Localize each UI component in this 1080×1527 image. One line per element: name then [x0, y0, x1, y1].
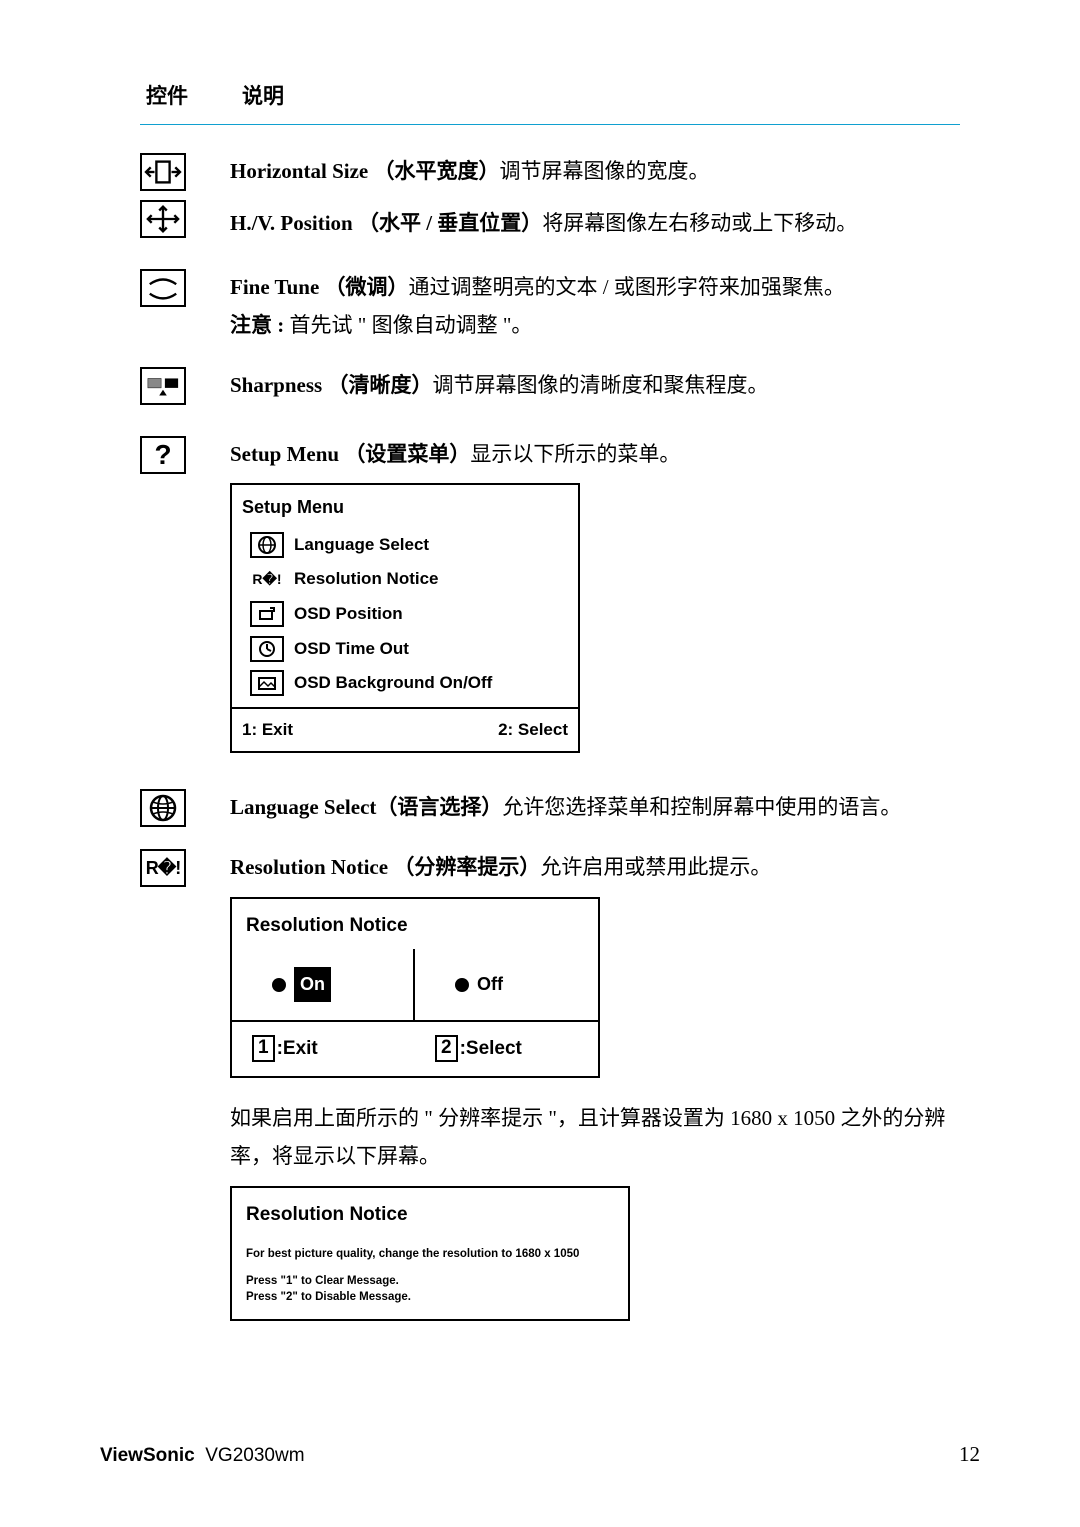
language-select-desc: Language Select（语言选择）允许您选择菜单和控制屏幕中使用的语言。 — [230, 789, 960, 827]
resolution-notice-box-1: Resolution Notice On Off 1:Exit 2:Select — [230, 897, 600, 1078]
setup-item-language: Language Select — [250, 528, 568, 563]
footer-brand: ViewSonic VG2030wm — [100, 1445, 305, 1467]
setup-box-title: Setup Menu — [232, 485, 578, 527]
setup-item-osd-background: OSD Background On/Off — [250, 666, 568, 701]
header-separator — [140, 124, 960, 125]
fine-tune-note: 注意 : 首先试 " 图像自动调整 "。 — [230, 307, 960, 345]
horizontal-size-icon — [140, 153, 186, 191]
horizontal-size-title: Horizontal Size — [230, 159, 373, 183]
language-select-title: Language Select — [230, 795, 376, 819]
fine-tune-title: Fine Tune — [230, 275, 325, 299]
resbox2-line1: For best picture quality, change the res… — [246, 1244, 614, 1265]
resolution-notice-title: Resolution Notice — [230, 855, 393, 879]
setup-exit: 1: Exit — [242, 715, 293, 746]
fine-tune-desc: Fine Tune （微调）通过调整明亮的文本 / 或图形字符来加强聚焦。 — [230, 269, 960, 307]
language-select-icon — [140, 789, 186, 827]
setup-menu-title: Setup Menu — [230, 442, 344, 466]
resbox1-select: 2:Select — [415, 1022, 598, 1076]
globe-mini-icon — [250, 532, 284, 558]
res-mini-icon: R�! — [250, 567, 284, 593]
resolution-notice-icon: R�! — [140, 849, 186, 887]
resbox1-off: Off — [415, 949, 598, 1019]
setup-item-resolution: R�! Resolution Notice — [250, 562, 568, 597]
col-description: 说明 — [242, 80, 284, 110]
resolution-notice-desc: Resolution Notice （分辨率提示）允许启用或禁用此提示。 — [230, 849, 960, 887]
footer-page-number: 12 — [959, 1442, 980, 1467]
fine-tune-icon — [140, 269, 186, 307]
clock-mini-icon — [250, 636, 284, 662]
resbox1-exit: 1:Exit — [232, 1022, 415, 1076]
resbox2-title: Resolution Notice — [246, 1198, 614, 1232]
resolution-notice-box-2: Resolution Notice For best picture quali… — [230, 1186, 630, 1322]
horizontal-size-desc: Horizontal Size （水平宽度）调节屏幕图像的宽度。 — [230, 153, 960, 191]
hv-position-icon — [140, 200, 186, 238]
setup-select: 2: Select — [498, 715, 568, 746]
setup-menu-box: Setup Menu Language Select R�! Resolutio… — [230, 483, 580, 753]
setup-item-osd-position: OSD Position — [250, 597, 568, 632]
sharpness-desc: Sharpness （清晰度）调节屏幕图像的清晰度和聚焦程度。 — [230, 367, 960, 405]
bullet-icon — [272, 978, 286, 992]
resbox2-line2: Press "1" to Clear Message. Press "2" to… — [246, 1274, 614, 1305]
resbox1-on: On — [232, 949, 415, 1019]
sharpness-title: Sharpness — [230, 373, 327, 397]
setup-item-osd-timeout: OSD Time Out — [250, 632, 568, 667]
hv-position-title: H./V. Position — [230, 211, 358, 235]
hv-position-desc: H./V. Position （水平 / 垂直位置）将屏幕图像左右移动或上下移动… — [230, 205, 960, 243]
resolution-notice-paragraph: 如果启用上面所示的 " 分辨率提示 "，且计算器设置为 1680 x 1050 … — [230, 1100, 960, 1176]
col-controls: 控件 — [146, 80, 188, 110]
bg-mini-icon — [250, 670, 284, 696]
resbox1-title: Resolution Notice — [232, 899, 598, 949]
bullet-icon — [455, 978, 469, 992]
setup-menu-desc: Setup Menu （设置菜单）显示以下所示的菜单。 — [230, 436, 960, 474]
setup-menu-icon: ? — [140, 436, 186, 474]
osd-position-mini-icon — [250, 601, 284, 627]
sharpness-icon — [140, 367, 186, 405]
